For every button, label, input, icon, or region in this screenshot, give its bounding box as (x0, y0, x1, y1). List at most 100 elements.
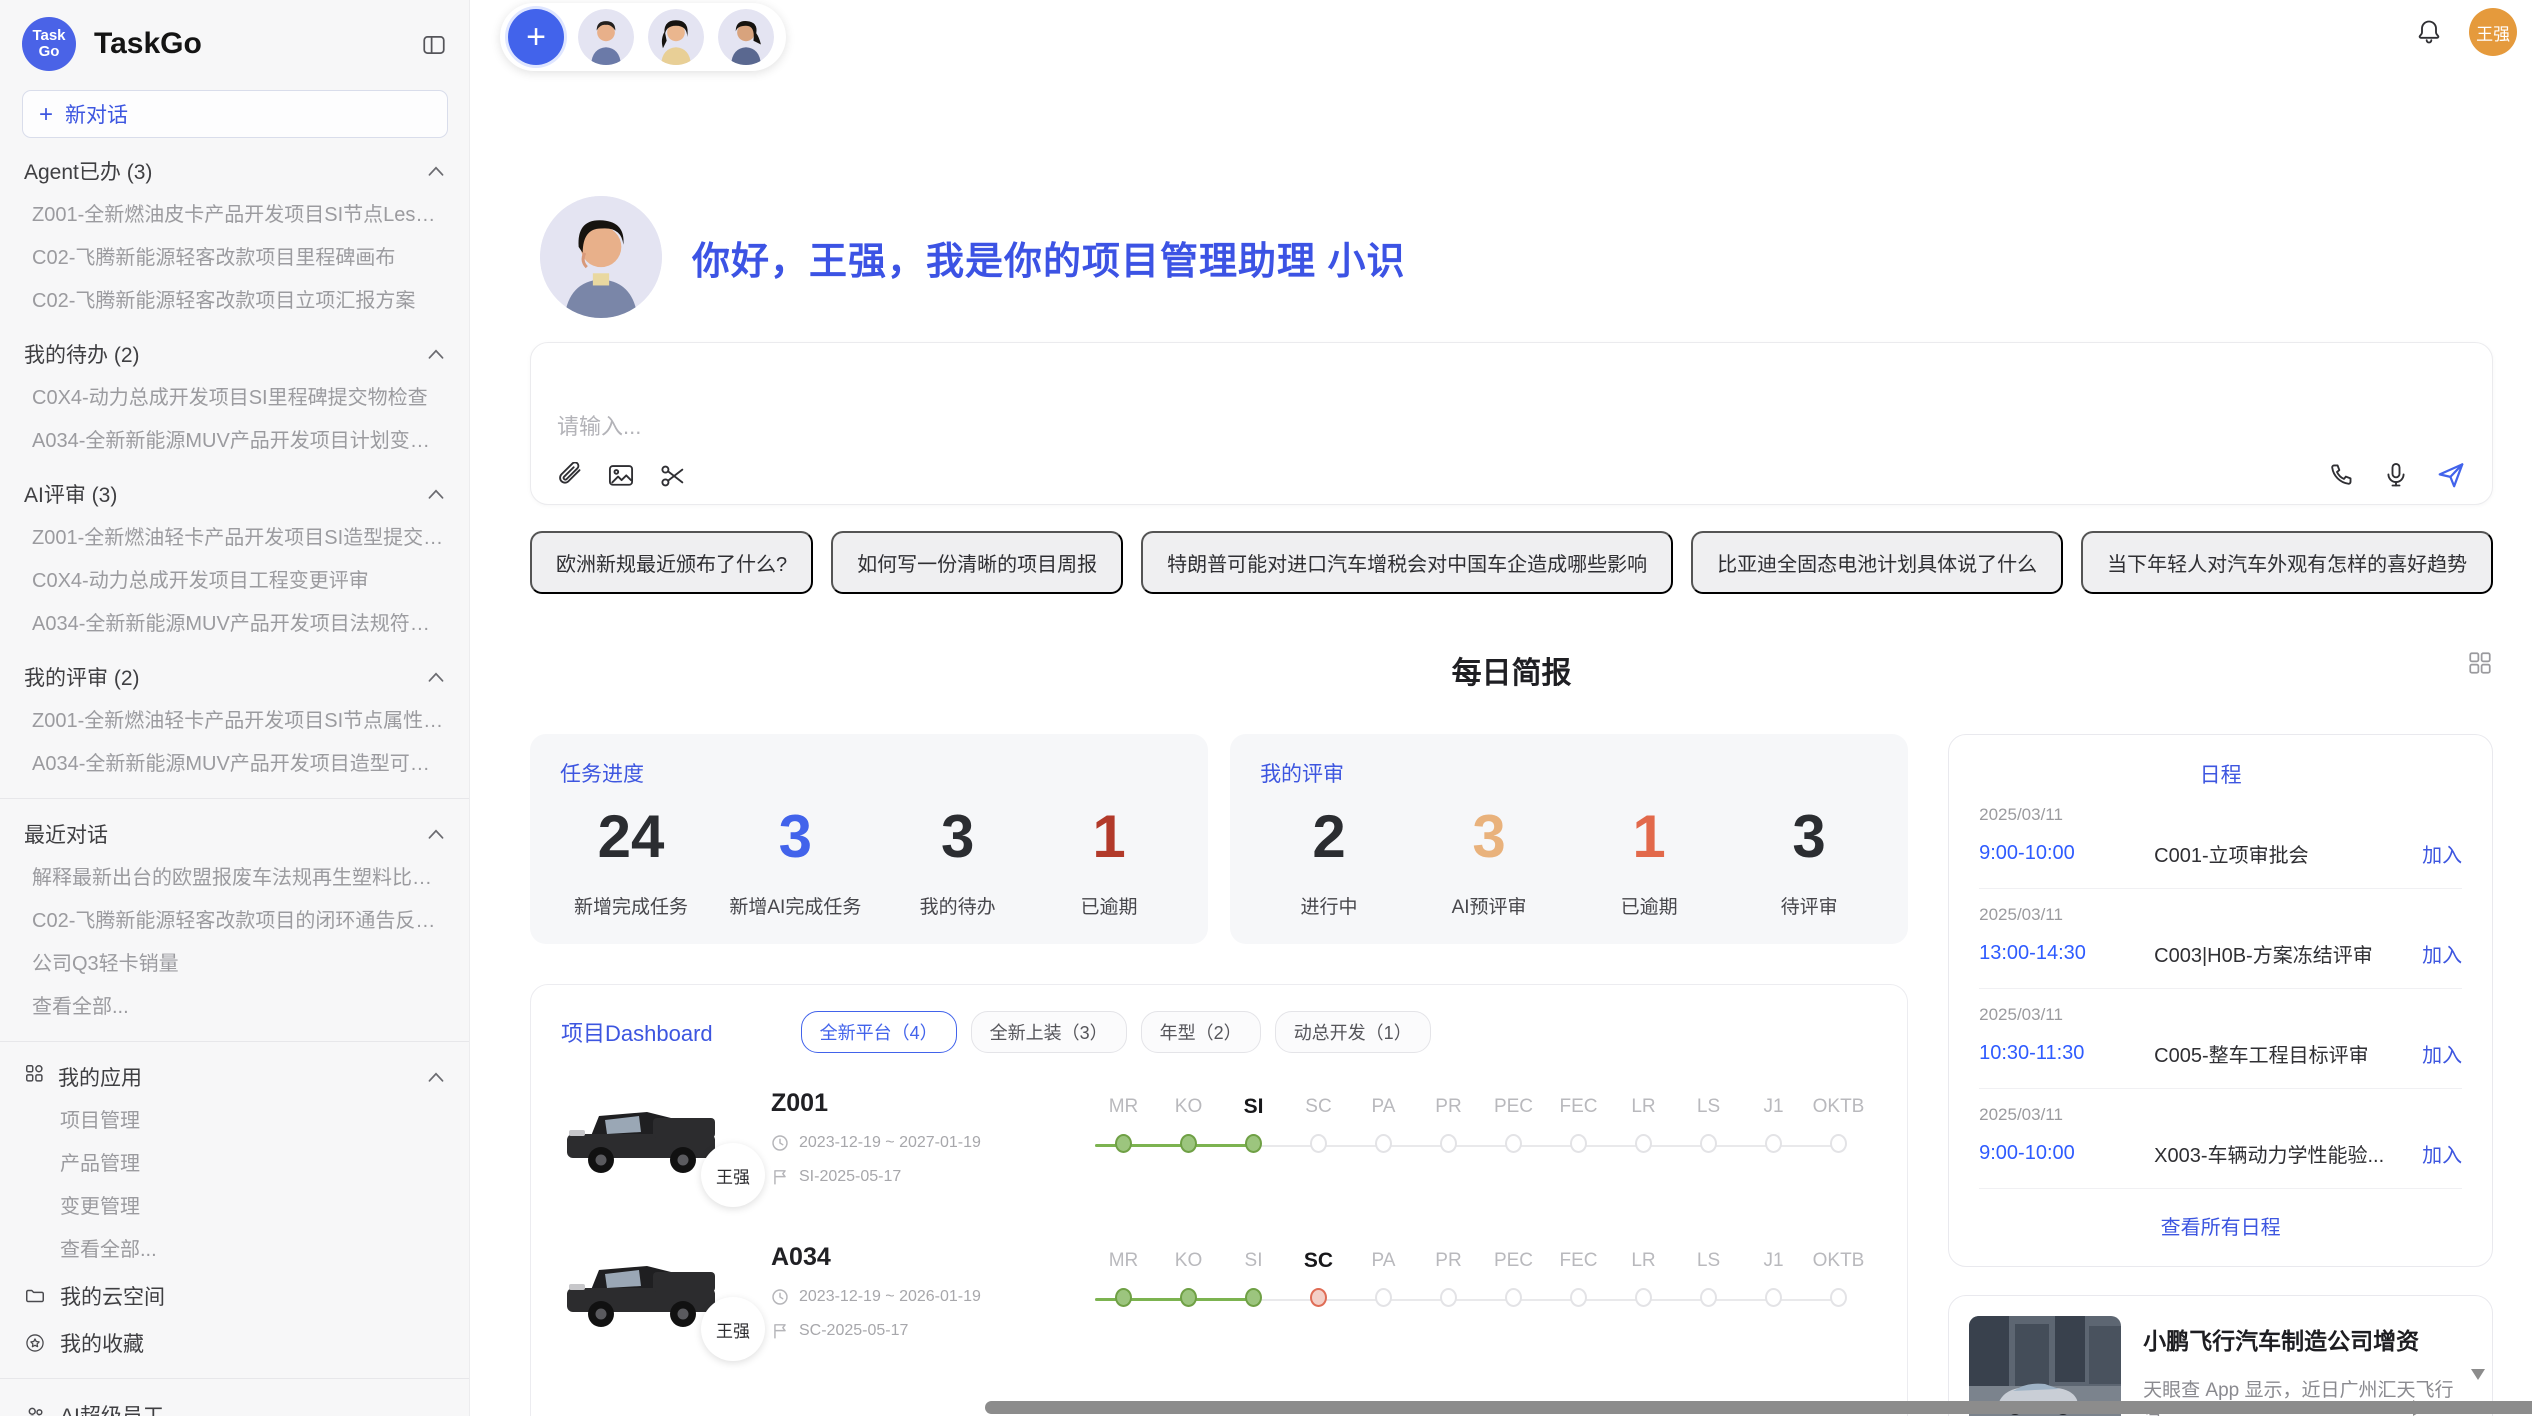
chevron-up-icon[interactable] (427, 1071, 445, 1083)
project-code: Z001 (771, 1089, 1061, 1118)
join-meeting-link[interactable]: 加入 (2422, 1139, 2462, 1168)
collapse-sidebar-icon[interactable] (421, 32, 447, 58)
recent-chat-item[interactable]: C02-飞腾新能源轻客改款项目的闭环通告反馈情况 (0, 900, 469, 943)
stat-value: 2 (1274, 804, 1384, 870)
sidebar-app-item[interactable]: 产品管理 (0, 1143, 469, 1186)
milestone-label: LS (1697, 1247, 1720, 1275)
schedule-date: 2025/03/11 (1979, 805, 2462, 825)
sidebar-app-item[interactable]: 变更管理 (0, 1186, 469, 1229)
milestone-lr: LR (1611, 1093, 1676, 1153)
sidebar-task-item[interactable]: Z001-全新燃油轻卡产品开发项目SI节点属性5D文件评审 (0, 700, 469, 743)
stat-label: 新增完成任务 (574, 892, 688, 919)
notification-bell-icon[interactable] (2415, 18, 2443, 46)
microphone-icon[interactable] (2382, 461, 2410, 489)
dashboard-tab[interactable]: 年型（2） (1141, 1011, 1261, 1053)
sidebar-task-item[interactable]: C02-飞腾新能源轻客改款项目里程碑画布 (0, 237, 469, 280)
view-all-apps-link[interactable]: 查看全部... (0, 1229, 469, 1272)
add-agent-button[interactable]: + (508, 9, 564, 65)
milestone-dot (1245, 1288, 1262, 1307)
sidebar-item-cloud-space[interactable]: 我的云空间 (0, 1272, 469, 1319)
sidebar-task-item[interactable]: C0X4-动力总成开发项目SI里程碑提交物检查 (0, 377, 469, 420)
stat-card-title: 任务进度 (560, 758, 1178, 788)
image-upload-icon[interactable] (607, 462, 635, 490)
join-meeting-link[interactable]: 加入 (2422, 939, 2462, 968)
sidebar-task-item[interactable]: A034-全新新能源MUV产品开发项目计划变更表编写 (0, 420, 469, 463)
scroll-down-arrow[interactable] (2471, 1369, 2485, 1380)
stat-item: 3新增AI完成任务 (729, 804, 861, 919)
dashboard-tab[interactable]: 全新平台（4） (801, 1011, 957, 1053)
sidebar-section-header-recent[interactable]: 最近对话 (0, 811, 469, 857)
milestone-dot (1830, 1288, 1847, 1307)
schedule-item-main: 9:00-10:00X003-车辆动力学性能验...加入 (1979, 1139, 2462, 1168)
section-title-text: Agent已办 (3) (24, 156, 152, 186)
sidebar-task-item[interactable]: A034-全新新能源MUV产品开发项目造型可行性评审 (0, 743, 469, 786)
agent-avatar-1[interactable] (578, 9, 634, 65)
milestone-dot (1440, 1134, 1457, 1153)
sidebar-task-item[interactable]: Z001-全新燃油轻卡产品开发项目SI造型提交物评审 (0, 517, 469, 560)
news-card[interactable]: 小鹏飞行汽车制造公司增资 天眼查 App 显示，近日广州汇天飞行汽... (1948, 1295, 2493, 1416)
sidebar-section-header-sec2[interactable]: AI评审 (3) (0, 471, 469, 517)
milestone-label: J1 (1763, 1247, 1783, 1275)
dashboard-header: 项目Dashboard 全新平台（4）全新上装（3）年型（2）动总开发（1） (561, 1011, 1877, 1053)
date-range-text: 2023-12-19 ~ 2027-01-19 (799, 1134, 981, 1152)
sidebar-section-header-sec3[interactable]: 我的评审 (2) (0, 654, 469, 700)
suggestion-chip[interactable]: 如何写一份清晰的项目周报 (831, 531, 1123, 594)
sidebar-task-item[interactable]: C02-飞腾新能源轻客改款项目立项汇报方案 (0, 280, 469, 323)
project-row: 王强A0342023-12-19 ~ 2026-01-19SC-2025-05-… (561, 1241, 1877, 1361)
stat-item: 3AI预评审 (1434, 804, 1544, 919)
suggestion-chip[interactable]: 欧洲新规最近颁布了什么? (530, 531, 813, 594)
dashboard-tab[interactable]: 全新上装（3） (971, 1011, 1127, 1053)
view-all-chats-link[interactable]: 查看全部... (0, 986, 469, 1029)
sidebar-item-favorites[interactable]: 我的收藏 (0, 1319, 469, 1366)
chevron-up-icon[interactable] (427, 828, 445, 840)
attachment-icon[interactable] (555, 462, 583, 490)
scroll-right-arrow[interactable] (2413, 1400, 2427, 1416)
stat-label: 我的待办 (903, 892, 1013, 919)
sidebar-section-header-sec0[interactable]: Agent已办 (3) (0, 148, 469, 194)
sidebar-section-header-my-apps[interactable]: 我的应用 (0, 1054, 469, 1100)
suggestion-chip[interactable]: 特朗普可能对进口汽车增税会对中国车企造成哪些影响 (1141, 531, 1673, 594)
chevron-up-icon[interactable] (427, 348, 445, 360)
view-all-schedule-link[interactable]: 查看所有日程 (1979, 1189, 2462, 1246)
phone-call-icon[interactable] (2328, 461, 2356, 489)
section-title: 我的应用 (24, 1062, 427, 1092)
milestone-fec: FEC (1546, 1093, 1611, 1153)
send-icon[interactable] (2436, 460, 2466, 490)
sidebar-item-users[interactable]: AI超级员工 (0, 1391, 469, 1416)
dashboard-tab[interactable]: 动总开发（1） (1275, 1011, 1431, 1053)
left-column: 任务进度24新增完成任务3新增AI完成任务3我的待办1已逾期我的评审2进行中3A… (530, 734, 1908, 1416)
agent-avatar-3[interactable] (718, 9, 774, 65)
chevron-up-icon[interactable] (427, 488, 445, 500)
join-meeting-link[interactable]: 加入 (2422, 1039, 2462, 1068)
briefing-header: 每日简报 (530, 648, 2493, 692)
milestone-label: LR (1631, 1247, 1655, 1275)
recent-chat-item[interactable]: 解释最新出台的欧盟报废车法规再生塑料比例被调至15%... (0, 857, 469, 900)
message-composer[interactable]: 请输入... (530, 342, 2493, 505)
horizontal-scrollbar[interactable] (985, 1401, 2532, 1414)
schedule-time: 9:00-10:00 (1979, 1142, 2154, 1165)
schedule-item-main: 10:30-11:30C005-整车工程目标评审加入 (1979, 1039, 2462, 1068)
suggestion-chip[interactable]: 当下年轻人对汽车外观有怎样的喜好趋势 (2081, 531, 2493, 594)
agent-pill: + (500, 3, 786, 71)
join-meeting-link[interactable]: 加入 (2422, 839, 2462, 868)
milestone-oktb: OKTB (1806, 1093, 1871, 1153)
sidebar-task-item[interactable]: Z001-全新燃油皮卡产品开发项目SI节点Lesson Learn报告 (0, 194, 469, 237)
recent-chat-item[interactable]: 公司Q3轻卡销量 (0, 943, 469, 986)
sidebar-section-header-sec1[interactable]: 我的待办 (2) (0, 331, 469, 377)
sidebar-app-item[interactable]: 项目管理 (0, 1100, 469, 1143)
user-avatar[interactable]: 王强 (2469, 8, 2517, 56)
section-title: 最近对话 (24, 819, 427, 849)
sidebar-task-item[interactable]: C0X4-动力总成开发项目工程变更评审 (0, 560, 469, 603)
milestone-label: LS (1697, 1093, 1720, 1121)
sidebar-task-item[interactable]: A034-全新新能源MUV产品开发项目法规符合性评审 (0, 603, 469, 646)
scissors-icon[interactable] (659, 462, 687, 490)
milestone-mr: MR (1091, 1247, 1156, 1307)
new-chat-button[interactable]: + 新对话 (22, 90, 448, 138)
chevron-up-icon[interactable] (427, 165, 445, 177)
milestone-label: FEC (1560, 1093, 1598, 1121)
milestone-dot (1115, 1288, 1132, 1307)
layout-grid-icon[interactable] (2467, 650, 2493, 676)
suggestion-chip[interactable]: 比亚迪全固态电池计划具体说了什么 (1691, 531, 2063, 594)
chevron-up-icon[interactable] (427, 671, 445, 683)
agent-avatar-2[interactable] (648, 9, 704, 65)
